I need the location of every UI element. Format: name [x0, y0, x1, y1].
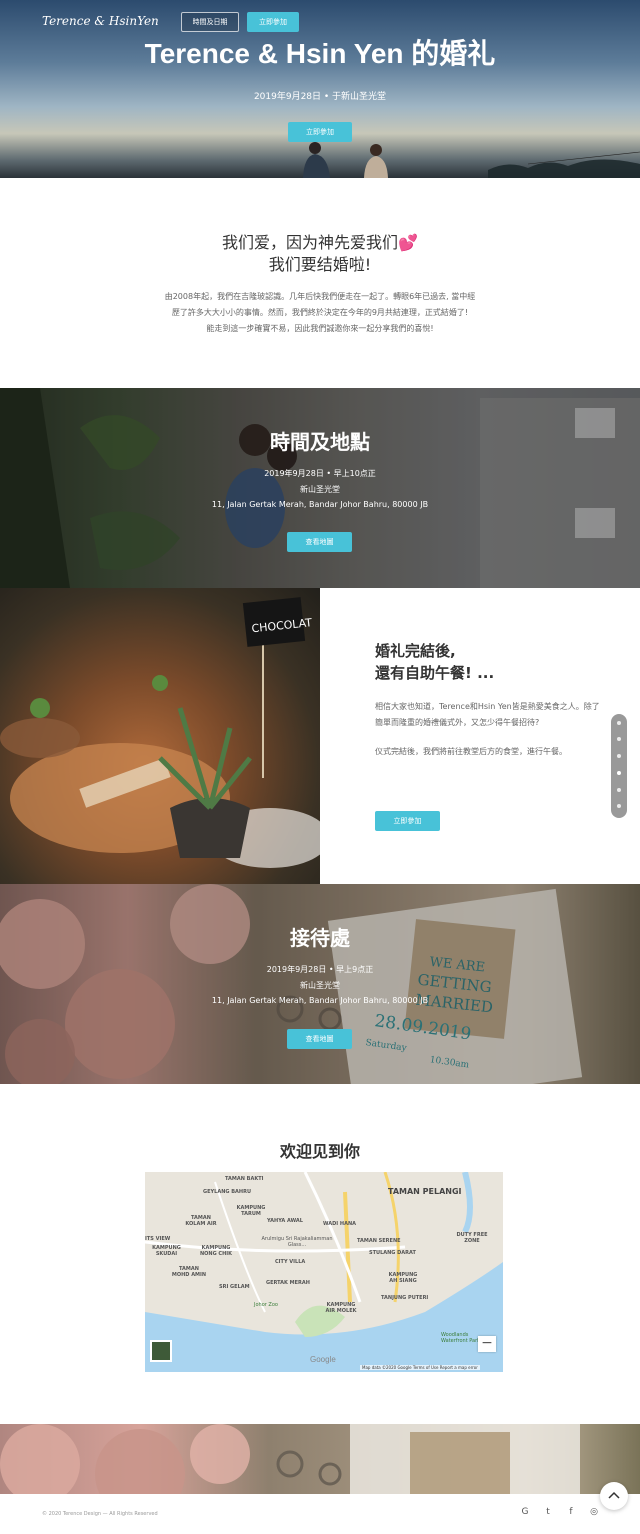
map-label: YAHYA AWAL — [267, 1218, 303, 1224]
nav-schedule-button[interactable]: 時間及日期 — [181, 12, 239, 32]
buffet-text: 婚礼完結後, 還有自助午餐! ... 相信大家也知道，Terence和Hsin … — [375, 640, 600, 831]
google-map[interactable]: TAMAN BAKTI GEYLANG BAHRU TAMAN PELANGI … — [145, 1172, 503, 1372]
hero-section: Terence & HsinYen 時間及日期 立即參加 Terence & H… — [0, 0, 640, 178]
section-nav-dots — [611, 714, 627, 818]
map-label: TAMAN KOLAM AIR — [185, 1215, 217, 1227]
reception-heading: 接待處 — [290, 926, 350, 950]
buffet-join-button[interactable]: 立即參加 — [375, 811, 440, 831]
intro-heading-line1: 我们爱，因为神先爱我们💕 — [222, 233, 418, 252]
reception-view-map-button[interactable]: 查看地圖 — [287, 1029, 352, 1049]
map-label: TAMAN PELANGI — [388, 1187, 462, 1196]
back-to-top-button[interactable] — [600, 1482, 628, 1510]
map-label: CITY VILLA — [275, 1259, 306, 1265]
hero-subtitle: 2019年9月28日 • 于新山圣光堂 — [253, 92, 387, 102]
time-place-address: 11, Jalan Gertak Merah, Bandar Johor Bah… — [211, 500, 429, 509]
roses-card-photo-bottom — [0, 1424, 580, 1494]
google-icon[interactable]: G — [520, 1507, 530, 1517]
map-label: KAMPUNG AH SIANG — [388, 1272, 418, 1284]
buffet-paragraph: 相信大家也知道，Terence和Hsin Yen皆是熱愛美食之人。除了簡單而隆重… — [375, 702, 600, 727]
section-nav-dot[interactable] — [617, 737, 621, 741]
twitter-icon[interactable]: t — [543, 1507, 553, 1517]
map-label: TANJUNG PUTERI — [381, 1295, 429, 1301]
map-label: KAMPUNG TARUM — [236, 1205, 266, 1217]
buffet-photo: CHOCOLAT — [0, 588, 320, 884]
section-nav-dot[interactable] — [617, 804, 621, 808]
map-heading: 欢迎见到你 — [279, 1142, 360, 1161]
google-logo: Google — [310, 1355, 336, 1364]
buffet-paragraph: 仪式完結後，我們將前往教堂后方的食堂，進行午餐。 — [375, 747, 567, 756]
buffet-heading-line1: 婚礼完結後, — [375, 642, 456, 660]
reception-address: 11, Jalan Gertak Merah, Bandar Johor Bah… — [211, 996, 429, 1005]
couple-photo — [303, 142, 388, 178]
tree-silhouette — [488, 151, 640, 178]
map-label: GERTAK MERAH — [266, 1280, 310, 1286]
intro-heading-line2: 我们要结婚啦! — [268, 255, 372, 274]
section-nav-dot[interactable] — [617, 754, 621, 758]
map-label: KAMPUNG NONG CHIK — [199, 1245, 233, 1257]
footer-copyright: © 2020 Terence Design — All Rights Reser… — [42, 1511, 158, 1517]
map-label: WADI HANA — [323, 1221, 357, 1227]
intro-heading: 我们爱，因为神先爱我们💕 我们要结婚啦! — [0, 232, 640, 276]
reception-venue: 新山圣光堂 — [300, 981, 340, 990]
map-label: Arulmigu Sri Rajakaliamman Glass... — [261, 1236, 333, 1248]
map-label: DUTY FREE ZONE — [456, 1232, 488, 1244]
map-label: SRI GELAM — [219, 1284, 250, 1290]
reception-section: WE ARE GETTING MARRIED 28.09.2019 Saturd… — [0, 884, 640, 1084]
bottom-photo — [0, 1424, 640, 1494]
map-label: KAMPUNG SKUDAI — [152, 1245, 181, 1257]
intro-line: 能走到這一步確實不易，因此我們誠邀你來一起分享我們的喜悅! — [206, 324, 434, 333]
reception-date: 2019年9月28日 • 早上9点正 — [266, 965, 374, 974]
hero-join-button[interactable]: 立即參加 — [288, 122, 352, 142]
intro-paragraph: 由2008年起，我們在吉隆玻認識。几年后快我們便走在一起了。轉眼6年已過去, 當… — [130, 289, 510, 337]
buffet-heading: 婚礼完結後, 還有自助午餐! ... — [375, 640, 600, 684]
nav-join-button[interactable]: 立即參加 — [247, 12, 299, 32]
map-label: Woodlands Waterfront Park — [441, 1332, 481, 1344]
map-attribution[interactable]: Map data ©2020 Google Terms of Use Repor… — [360, 1365, 480, 1370]
map-label: KAMPUNG AIR MOLEK — [325, 1302, 357, 1314]
view-map-button[interactable]: 查看地圖 — [287, 532, 352, 552]
section-nav-dot[interactable] — [617, 721, 621, 725]
instagram-icon[interactable]: ◎ — [589, 1507, 599, 1517]
section-nav-dot-active[interactable] — [617, 771, 621, 775]
time-place-section: 時間及地點 2019年9月28日 • 早上10点正 新山圣光堂 11, Jala… — [0, 388, 640, 588]
map-label: ITS VIEW — [145, 1236, 171, 1242]
facebook-icon[interactable]: f — [566, 1507, 576, 1517]
intro-line: 歷了許多大大小小的事情。然而，我們終於決定在今年的9月共結連理，正式結婚了! — [171, 308, 469, 317]
time-place-heading: 時間及地點 — [270, 430, 370, 454]
map-label: STULANG DARAT — [369, 1250, 416, 1256]
map-label: TAMAN SERENE — [357, 1238, 401, 1244]
brand-logo[interactable]: Terence & HsinYen — [42, 14, 159, 28]
map-label: TAMAN MOHD AMIN — [171, 1266, 207, 1278]
time-place-venue: 新山圣光堂 — [300, 485, 340, 494]
map-satellite-toggle[interactable] — [150, 1340, 172, 1362]
footer: © 2020 Terence Design — All Rights Reser… — [0, 1494, 640, 1534]
map-label: GEYLANG BAHRU — [203, 1189, 252, 1195]
section-nav-dot[interactable] — [617, 788, 621, 792]
buffet-heading-line2: 還有自助午餐! ... — [375, 664, 495, 682]
map-label: TAMAN BAKTI — [225, 1176, 264, 1182]
map-zoom-out-button[interactable]: − — [478, 1336, 496, 1352]
page-title: Terence & Hsin Yen 的婚礼 — [144, 38, 496, 69]
intro-line: 由2008年起，我們在吉隆玻認識。几年后快我們便走在一起了。轉眼6年已過去, 當… — [164, 292, 476, 301]
buffet-food-illustration: CHOCOLAT — [0, 597, 320, 868]
chevron-up-icon — [608, 1491, 620, 1499]
time-place-date: 2019年9月28日 • 早上10点正 — [264, 469, 376, 478]
map-label: Johor Zoo — [254, 1302, 278, 1308]
